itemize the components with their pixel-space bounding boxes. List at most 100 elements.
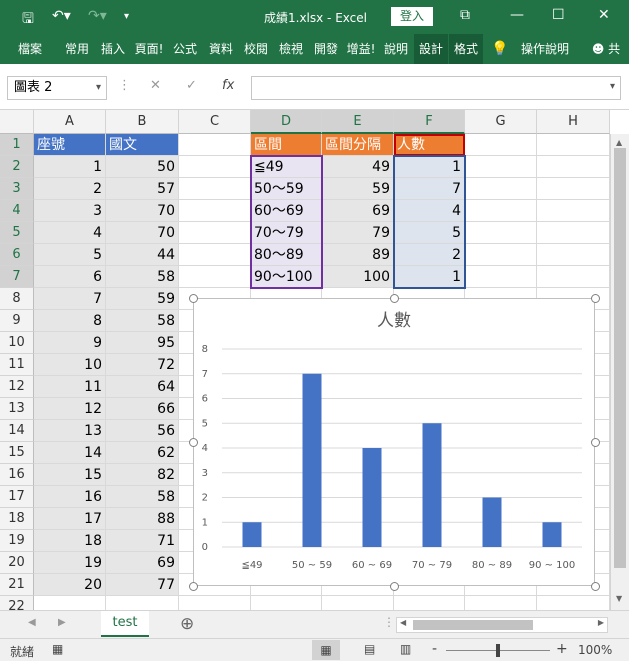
- macro-record-icon[interactable]: ▦: [52, 642, 63, 656]
- name-box[interactable]: 圖表 2 ▾: [7, 76, 107, 100]
- row-header-3[interactable]: 3: [0, 178, 34, 200]
- column-header-c[interactable]: C: [179, 110, 251, 134]
- resize-handle-2[interactable]: [591, 294, 600, 303]
- ribbon-display-icon[interactable]: ⧉: [460, 7, 470, 23]
- row-header-8[interactable]: 8: [0, 288, 34, 310]
- cell-h5[interactable]: [537, 222, 610, 244]
- cell-h3[interactable]: [537, 178, 610, 200]
- cell-c5[interactable]: [179, 222, 251, 244]
- resize-handle-3[interactable]: [189, 438, 198, 447]
- tab-file[interactable]: 檔案: [10, 34, 50, 64]
- cell-b9[interactable]: 58: [106, 310, 179, 332]
- cell-b10[interactable]: 95: [106, 332, 179, 354]
- zoom-level[interactable]: 100%: [578, 643, 612, 657]
- cell-d5[interactable]: 70～79: [251, 222, 322, 244]
- chevron-down-icon[interactable]: ▾: [96, 77, 101, 99]
- cell-f5[interactable]: 5: [394, 222, 465, 244]
- tab-view[interactable]: 檢視: [274, 34, 308, 64]
- cell-b12[interactable]: 64: [106, 376, 179, 398]
- cell-a1[interactable]: 座號: [34, 134, 106, 156]
- row-header-5[interactable]: 5: [0, 222, 34, 244]
- cell-b19[interactable]: 71: [106, 530, 179, 552]
- cell-b6[interactable]: 44: [106, 244, 179, 266]
- prev-sheet-icon[interactable]: ◀: [28, 617, 36, 628]
- cell-g3[interactable]: [465, 178, 537, 200]
- resize-handle-1[interactable]: [390, 294, 399, 303]
- cell-c2[interactable]: [179, 156, 251, 178]
- horizontal-scrollbar[interactable]: ◀ ▶: [396, 617, 608, 633]
- cell-b17[interactable]: 58: [106, 486, 179, 508]
- resize-handle-0[interactable]: [189, 294, 198, 303]
- tab-review[interactable]: 校閱: [239, 34, 273, 64]
- row-header-22[interactable]: 22: [0, 596, 34, 610]
- column-header-g[interactable]: G: [465, 110, 537, 134]
- add-sheet-icon[interactable]: ⊕: [180, 614, 194, 634]
- cell-f7[interactable]: 1: [394, 266, 465, 288]
- row-header-1[interactable]: 1: [0, 134, 34, 156]
- cell-h1[interactable]: [537, 134, 610, 156]
- row-header-14[interactable]: 14: [0, 420, 34, 442]
- cell-a3[interactable]: 2: [34, 178, 106, 200]
- cell-e5[interactable]: 79: [322, 222, 394, 244]
- row-header-4[interactable]: 4: [0, 200, 34, 222]
- cell-f4[interactable]: 4: [394, 200, 465, 222]
- cell-b5[interactable]: 70: [106, 222, 179, 244]
- row-header-21[interactable]: 21: [0, 574, 34, 596]
- column-header-f[interactable]: F: [394, 110, 465, 134]
- cell-e1[interactable]: 區間分隔: [322, 134, 394, 156]
- cell-a13[interactable]: 12: [34, 398, 106, 420]
- share-button[interactable]: ☻ 共: [586, 34, 626, 64]
- cell-a16[interactable]: 15: [34, 464, 106, 486]
- tab-data[interactable]: 資料: [204, 34, 238, 64]
- row-header-18[interactable]: 18: [0, 508, 34, 530]
- insert-function-icon[interactable]: fx: [222, 78, 234, 93]
- close-icon[interactable]: ✕: [598, 7, 610, 23]
- scroll-right-icon[interactable]: ▶: [598, 618, 604, 627]
- cell-d22[interactable]: [251, 596, 322, 610]
- cell-a4[interactable]: 3: [34, 200, 106, 222]
- zoom-slider-thumb[interactable]: [496, 644, 500, 657]
- cell-a12[interactable]: 11: [34, 376, 106, 398]
- cell-d4[interactable]: 60～69: [251, 200, 322, 222]
- cell-b14[interactable]: 56: [106, 420, 179, 442]
- cell-a5[interactable]: 4: [34, 222, 106, 244]
- cell-a10[interactable]: 9: [34, 332, 106, 354]
- cell-g4[interactable]: [465, 200, 537, 222]
- cell-a22[interactable]: [34, 596, 106, 610]
- cell-a21[interactable]: 20: [34, 574, 106, 596]
- cell-a2[interactable]: 1: [34, 156, 106, 178]
- cell-b20[interactable]: 69: [106, 552, 179, 574]
- cell-d7[interactable]: 90～100: [251, 266, 322, 288]
- horizontal-scroll-thumb[interactable]: [413, 620, 533, 630]
- cell-c1[interactable]: [179, 134, 251, 156]
- cell-c4[interactable]: [179, 200, 251, 222]
- cell-e22[interactable]: [322, 596, 394, 610]
- cell-e7[interactable]: 100: [322, 266, 394, 288]
- tell-me-label[interactable]: 操作說明: [518, 34, 572, 64]
- scroll-thumb[interactable]: [614, 148, 626, 568]
- cell-b8[interactable]: 59: [106, 288, 179, 310]
- scroll-up-icon[interactable]: ▲: [616, 138, 622, 147]
- tab-chart-format[interactable]: 格式: [449, 34, 483, 64]
- scroll-left-icon[interactable]: ◀: [400, 618, 406, 627]
- page-layout-view-icon[interactable]: ▤: [364, 642, 375, 656]
- cell-e4[interactable]: 69: [322, 200, 394, 222]
- zoom-in-button[interactable]: +: [556, 641, 568, 657]
- cell-d1[interactable]: 區間: [251, 134, 322, 156]
- cell-a7[interactable]: 6: [34, 266, 106, 288]
- cell-a15[interactable]: 14: [34, 442, 106, 464]
- cell-h6[interactable]: [537, 244, 610, 266]
- column-header-b[interactable]: B: [106, 110, 179, 134]
- undo-icon[interactable]: ↶▾: [52, 8, 71, 24]
- maximize-icon[interactable]: ☐: [552, 7, 565, 23]
- tab-page-layout[interactable]: 頁面!: [132, 34, 166, 64]
- row-header-11[interactable]: 11: [0, 354, 34, 376]
- cell-e6[interactable]: 89: [322, 244, 394, 266]
- cell-f1[interactable]: 人數: [394, 134, 465, 156]
- row-header-9[interactable]: 9: [0, 310, 34, 332]
- row-header-20[interactable]: 20: [0, 552, 34, 574]
- tab-help[interactable]: 說明: [379, 34, 413, 64]
- cell-e3[interactable]: 59: [322, 178, 394, 200]
- cell-g6[interactable]: [465, 244, 537, 266]
- column-header-d[interactable]: D: [251, 110, 322, 134]
